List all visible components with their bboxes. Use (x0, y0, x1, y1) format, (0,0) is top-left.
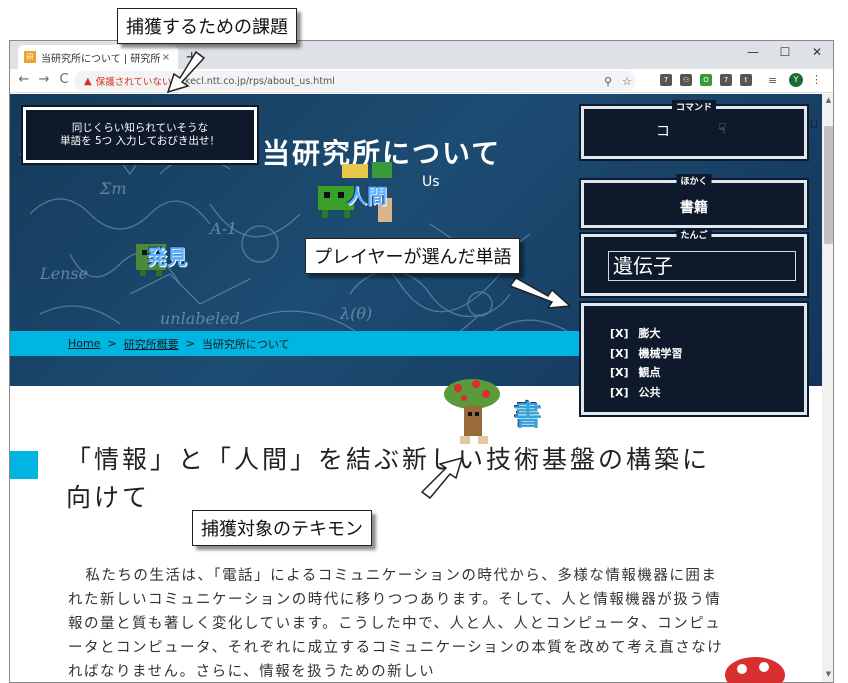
extension-icon[interactable]: 7 (660, 74, 672, 86)
word-list-panel: [X] 膨大 [X] 機械学習 [X] 観点 [X] 公共 (579, 301, 809, 417)
right-edge-text: U (810, 118, 819, 131)
page-subtitle: Us (422, 174, 440, 190)
word-mark: [X] (610, 366, 629, 379)
challenge-message-box: 同じくらい知られていそうな 単語を 5つ 入力しておびき出せ！ (21, 105, 259, 165)
list-item: [X] 機械学習 (610, 344, 683, 364)
word-mark: [X] (610, 327, 629, 340)
browser-toolbar: ← → C ▲ 保護されていない通 kecl.ntt.co.jp/rps/abo… (10, 69, 833, 93)
capture-category-label[interactable]: 書籍 (584, 197, 804, 217)
address-bar[interactable]: ▲ 保護されていない通 kecl.ntt.co.jp/rps/about_us.… (74, 71, 636, 91)
intro-paragraph: 私たちの生活は、「電話」によるコミュニケーションの時代から、多様な情報機器に囲ま… (68, 568, 724, 680)
corner-monster-sprite (725, 657, 785, 683)
word-text: 機械学習 (638, 346, 683, 360)
challenge-annotation: 捕獲するための課題 (117, 8, 297, 44)
word-input[interactable]: 遺伝子 (608, 251, 796, 281)
target-annotation: 捕獲対象のテキモン (192, 510, 372, 546)
breadcrumb-separator: > (107, 337, 117, 350)
reading-list-icon[interactable]: ≡ (768, 74, 777, 87)
extension-icon[interactable]: 7 (720, 74, 732, 86)
svg-text:A-1: A-1 (208, 219, 237, 238)
tab-close-icon[interactable]: × (160, 52, 172, 63)
scroll-thumb[interactable] (824, 126, 833, 244)
list-item: [X] 観点 (610, 363, 683, 383)
new-tab-button[interactable]: + (185, 47, 198, 66)
warning-icon: ▲ (84, 75, 92, 87)
browser-tab[interactable]: 研 当研究所について | 研究所概要 | N × (18, 45, 178, 69)
svg-text:λ(θ): λ(θ) (339, 304, 372, 323)
entered-words-list: [X] 膨大 [X] 機械学習 [X] 観点 [X] 公共 (610, 324, 683, 402)
close-window-button[interactable]: ✕ (802, 45, 832, 59)
security-label: 保護されていない通 (95, 77, 181, 88)
sho-monster-label: 書 (514, 399, 543, 432)
word-mark: [X] (610, 346, 629, 360)
hakken-monster-label: 発見 (147, 245, 187, 269)
bookmark-star-icon[interactable]: ☆ (622, 75, 632, 88)
scroll-down-icon[interactable]: ▼ (822, 670, 833, 682)
minimize-button[interactable]: — (738, 45, 768, 59)
ningen-monster-label: 人間 (347, 184, 387, 208)
word-text: 膨大 (638, 327, 661, 340)
challenge-line-1: 同じくらい知られていそうな (71, 122, 209, 134)
url-text: kecl.ntt.co.jp/rps/about_us.html (184, 75, 335, 87)
bait-word-panel: たんご 遺伝子 (579, 228, 809, 298)
extension-icon[interactable]: t (740, 74, 752, 86)
forward-button[interactable]: → (36, 72, 52, 87)
command-return-button[interactable]: コ (656, 121, 670, 141)
word-text: 観点 (638, 366, 661, 379)
command-hand-icon[interactable]: ☟ (718, 121, 727, 137)
scroll-up-icon[interactable]: ▲ (822, 96, 833, 108)
svg-text:unlabeled: unlabeled (160, 309, 240, 328)
screenshot-root: 研 当研究所について | 研究所概要 | N × + — ☐ ✕ ← → C ▲… (0, 0, 848, 683)
list-item: [X] 公共 (610, 383, 683, 403)
word-text: 公共 (638, 385, 661, 399)
breadcrumb: Home > 研究所概要 > 当研究所について (10, 331, 610, 356)
target-tekimon-sprite[interactable] (442, 378, 562, 452)
favicon-icon: 研 (24, 51, 36, 63)
heading-accent (10, 451, 38, 479)
player-word-annotation: プレイヤーが選んだ単語 (305, 238, 521, 274)
back-button[interactable]: ← (16, 72, 32, 87)
section-heading: 「情報」と「人間」を結ぶ新しい技術基盤の構築に向けて (66, 445, 711, 512)
tab-bar: 研 当研究所について | 研究所概要 | N × + — ☐ ✕ (10, 41, 833, 69)
maximize-button[interactable]: ☐ (770, 45, 800, 59)
word-mark: [X] (610, 385, 629, 399)
extension-icon[interactable]: O (700, 74, 712, 86)
breadcrumb-current: 当研究所について (201, 337, 290, 351)
zoom-icon[interactable]: ⚲ (604, 75, 612, 88)
capture-panel: ほかく 書籍 (579, 174, 809, 230)
avatar[interactable]: Y (789, 73, 803, 87)
breadcrumb-home-link[interactable]: Home (68, 337, 100, 350)
breadcrumb-separator: > (185, 337, 195, 350)
tab-title: 当研究所について | 研究所概要 | N (41, 53, 160, 65)
challenge-line-2: 単語を 5つ 入力しておびき出せ！ (60, 135, 220, 147)
page-scrollbar[interactable]: ▲ ▼ (822, 94, 833, 682)
capture-panel-title: ほかく (676, 174, 712, 187)
reload-button[interactable]: C (56, 72, 72, 87)
extension-icon[interactable]: ⚇ (680, 74, 692, 86)
list-item: [X] 膨大 (610, 324, 683, 344)
svg-text:Σm: Σm (99, 179, 126, 198)
bait-panel-title: たんご (676, 228, 712, 241)
svg-text:Lense: Lense (39, 264, 88, 283)
breadcrumb-parent-link[interactable]: 研究所概要 (124, 336, 179, 352)
command-panel: コマンド コ ☟ (579, 100, 809, 161)
menu-icon[interactable]: ⋮ (811, 73, 822, 86)
command-panel-title: コマンド (671, 100, 717, 113)
